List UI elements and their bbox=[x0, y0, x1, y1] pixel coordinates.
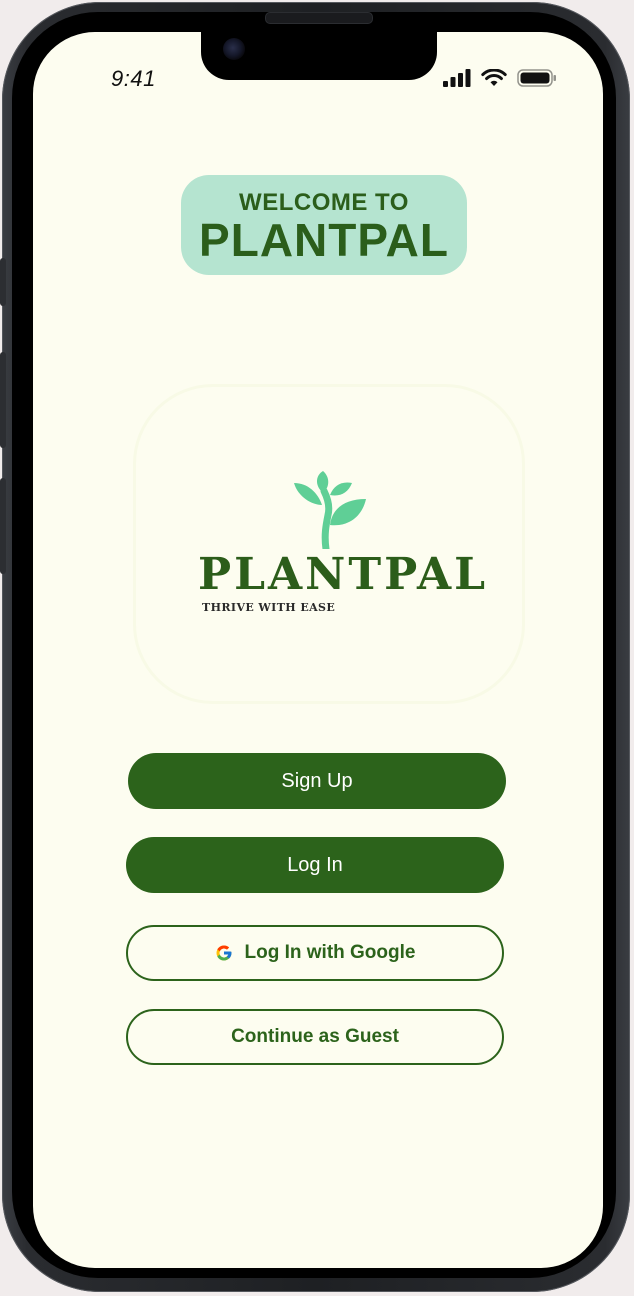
sign-up-button[interactable]: Sign Up bbox=[128, 753, 506, 809]
status-icons bbox=[443, 68, 557, 88]
status-time: 9:41 bbox=[111, 66, 156, 91]
battery-icon bbox=[517, 69, 556, 87]
logo-wordmark: PLANTPAL bbox=[198, 549, 489, 600]
log-in-button[interactable]: Log In bbox=[126, 837, 504, 893]
google-login-label: Log In with Google bbox=[244, 942, 416, 963]
side-button bbox=[0, 352, 6, 448]
welcome-banner: WELCOME TO PLANTPAL bbox=[181, 175, 467, 275]
notch bbox=[201, 32, 437, 80]
cellular-signal-icon bbox=[443, 69, 471, 87]
side-button bbox=[0, 478, 6, 574]
continue-as-guest-button[interactable]: Continue as Guest bbox=[126, 1009, 504, 1065]
app-screen: 9:41 WELCOME TO PLANTPAL PLANTPAL THRIVE… bbox=[33, 32, 603, 1268]
google-login-button[interactable]: Log In with Google bbox=[126, 925, 504, 981]
front-camera bbox=[223, 38, 245, 60]
wifi-icon bbox=[481, 69, 507, 86]
welcome-title: PLANTPAL bbox=[199, 214, 449, 266]
logo-tagline: THRIVE WITH EASE bbox=[202, 601, 336, 614]
logo-card: PLANTPAL THRIVE WITH EASE bbox=[133, 384, 525, 704]
side-button bbox=[0, 258, 6, 306]
sprout-icon bbox=[294, 471, 366, 549]
speaker-grille bbox=[265, 12, 373, 24]
google-icon bbox=[216, 945, 231, 961]
